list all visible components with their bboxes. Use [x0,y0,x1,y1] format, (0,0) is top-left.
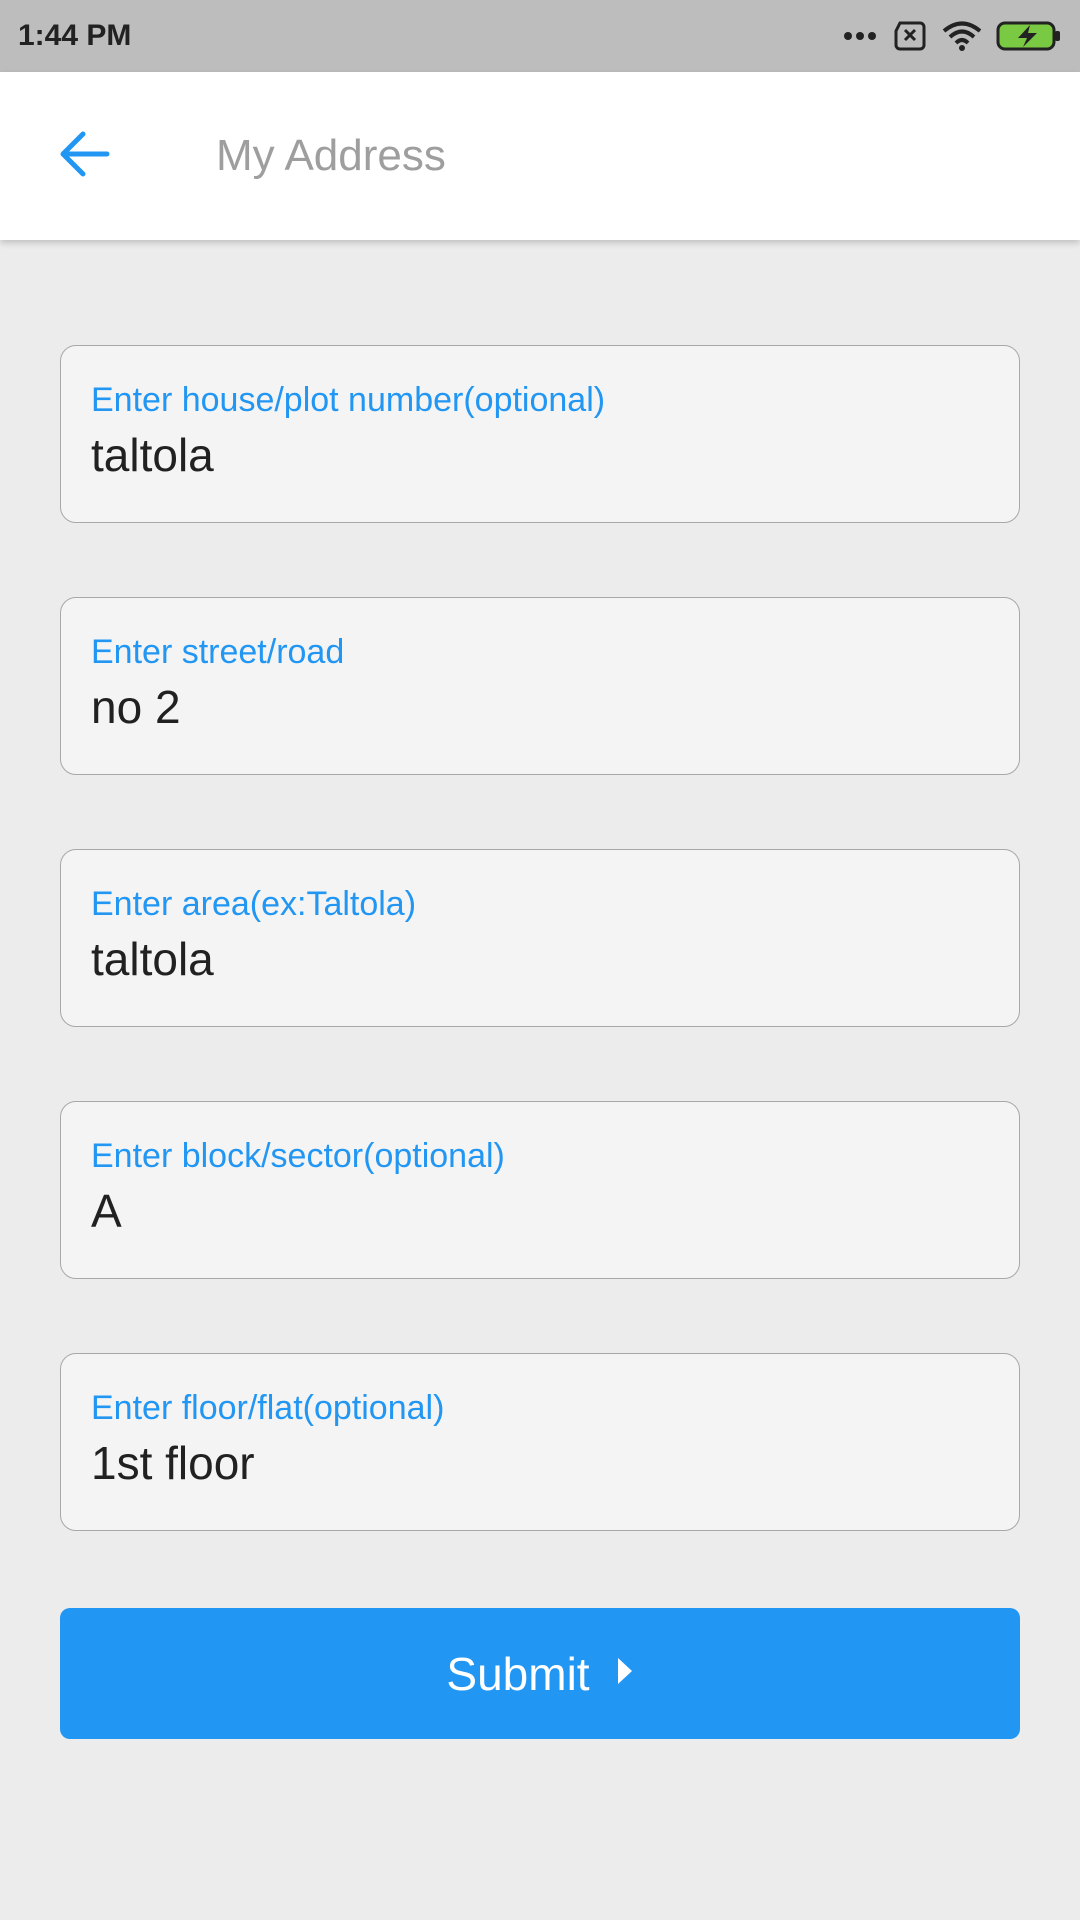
floor-flat-input[interactable] [91,1434,989,1492]
status-bar: 1:44 PM [0,0,1080,72]
submit-button[interactable]: Submit [60,1608,1020,1739]
caret-right-icon [616,1656,634,1691]
arrow-back-icon [59,131,111,182]
battery-charging-icon [996,20,1062,52]
street-road-label: Enter street/road [91,633,345,671]
floor-flat-label: Enter floor/flat(optional) [91,1389,445,1427]
wifi-icon [942,20,982,52]
address-form: Enter house/plot number(optional) Enter … [60,345,1020,1605]
street-road-field[interactable]: Enter street/road [60,597,1020,775]
floor-flat-field[interactable]: Enter floor/flat(optional) [60,1353,1020,1531]
more-dots-icon [842,30,878,42]
house-plot-input[interactable] [91,426,989,484]
status-time: 1:44 PM [18,19,132,52]
sim-error-icon [892,21,928,51]
house-plot-label: Enter house/plot number(optional) [91,381,606,419]
back-button[interactable] [40,111,130,201]
block-sector-label: Enter block/sector(optional) [91,1137,505,1175]
street-road-input[interactable] [91,678,989,736]
page-title: My Address [216,131,446,180]
house-plot-field[interactable]: Enter house/plot number(optional) [60,345,1020,523]
app-bar: My Address [0,72,1080,240]
area-field[interactable]: Enter area(ex:Taltola) [60,849,1020,1027]
block-sector-input[interactable] [91,1182,989,1240]
area-label: Enter area(ex:Taltola) [91,885,417,923]
area-input[interactable] [91,930,989,988]
block-sector-field[interactable]: Enter block/sector(optional) [60,1101,1020,1279]
submit-label: Submit [446,1647,590,1700]
status-icons [842,20,1062,52]
